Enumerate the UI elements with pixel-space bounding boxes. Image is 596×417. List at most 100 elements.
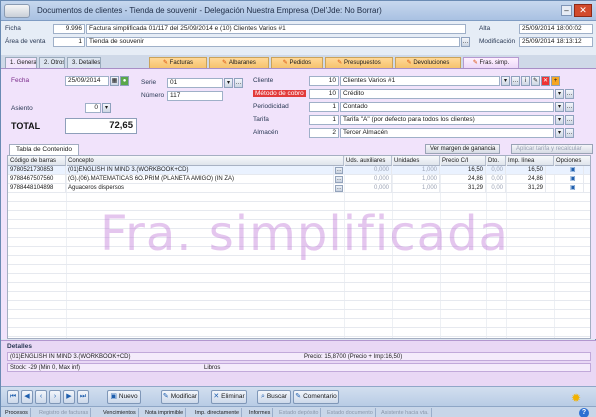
cliente-add-icon[interactable]: + xyxy=(551,76,560,86)
modify-button[interactable]: ✎ Modificar xyxy=(161,390,199,404)
row-units[interactable]: 1,000 xyxy=(392,175,440,184)
row-aux-units[interactable]: 0,000 xyxy=(344,184,392,193)
tarifa-lookup-button[interactable]: … xyxy=(565,115,574,125)
metodo-lookup-button[interactable]: … xyxy=(565,89,574,99)
row-aux-units[interactable]: 0,000 xyxy=(344,166,392,175)
periodicidad-dropdown-icon[interactable]: ▾ xyxy=(555,102,564,112)
close-button[interactable]: ✕ xyxy=(574,4,592,17)
column-header[interactable]: Precio C/I xyxy=(440,156,486,166)
tarifa-dropdown-icon[interactable]: ▾ xyxy=(555,115,564,125)
next-record-icon[interactable]: › xyxy=(49,390,61,404)
status-imp-directamente[interactable]: Imp. directamente xyxy=(193,408,243,417)
status-vencimientos[interactable]: Vencimientos xyxy=(101,408,139,417)
tab-detalles[interactable]: 3. Detalles xyxy=(67,57,101,68)
comment-button[interactable]: ✎ Comentario xyxy=(293,390,339,404)
periodicidad-lookup-button[interactable]: … xyxy=(565,102,574,112)
concept-lookup-button[interactable]: … xyxy=(335,185,343,192)
almacen-lookup-button[interactable]: … xyxy=(565,128,574,138)
fecha-field[interactable]: 25/09/2014 xyxy=(65,76,109,86)
apply-tariff-button[interactable]: Aplicar tarifa y recalcular xyxy=(511,144,593,154)
row-discount[interactable]: 0,00 xyxy=(486,175,506,184)
status-informes[interactable]: Informes xyxy=(247,408,274,417)
almacen-code-field[interactable]: 2 xyxy=(309,128,339,138)
tab-pedidos[interactable]: ✎ Pedidos xyxy=(271,57,323,68)
settings-gear-icon[interactable]: ✹ xyxy=(571,391,581,405)
serie-dropdown-icon[interactable]: ▾ xyxy=(224,78,233,88)
row-amount[interactable]: 16,50 xyxy=(506,166,546,175)
column-header[interactable]: Dto. xyxy=(486,156,506,166)
status-nota-imprimible[interactable]: Nota imprimible xyxy=(143,408,187,417)
row-discount[interactable]: 0,00 xyxy=(486,184,506,193)
cliente-info-icon[interactable]: i xyxy=(521,76,530,86)
next-page-icon[interactable]: ▶ xyxy=(63,390,75,404)
row-code[interactable]: 9788448104898 xyxy=(8,184,66,193)
status-procesos[interactable]: Procesos xyxy=(3,408,31,417)
area-code-field[interactable]: 1 xyxy=(53,37,85,47)
concept-lookup-button[interactable]: … xyxy=(335,176,343,183)
tarifa-code-field[interactable]: 1 xyxy=(309,115,339,125)
last-record-icon[interactable]: ⏭ xyxy=(77,390,89,404)
row-price[interactable]: 16,50 xyxy=(440,166,486,175)
periodicidad-code-field[interactable]: 1 xyxy=(309,102,339,112)
table-row[interactable]: 9788448104898 Aguaceros dispersos … 0,00… xyxy=(8,184,590,193)
almacen-dropdown-icon[interactable]: ▾ xyxy=(555,128,564,138)
concept-lookup-button[interactable]: … xyxy=(335,167,343,174)
status-estado-documento[interactable]: Estado documento xyxy=(325,408,376,417)
row-price[interactable]: 31,29 xyxy=(440,184,486,193)
first-record-icon[interactable]: ⏮ xyxy=(7,390,19,404)
previous-record-icon[interactable]: ‹ xyxy=(35,390,47,404)
cliente-lookup-button[interactable]: … xyxy=(511,76,520,86)
column-header[interactable]: Opciones xyxy=(554,156,590,166)
column-header[interactable]: Uds. auxiliares xyxy=(344,156,392,166)
row-units[interactable]: 1,000 xyxy=(392,166,440,175)
row-options-icon[interactable]: ▣ xyxy=(568,184,584,193)
minimize-button[interactable]: – xyxy=(561,5,572,16)
new-button[interactable]: ▣ Nuevo xyxy=(107,390,141,404)
serie-field[interactable]: 01 xyxy=(167,78,223,88)
status-estado-deposito[interactable]: Estado depósito xyxy=(277,408,322,417)
tab-otros[interactable]: 2. Otros xyxy=(39,57,65,68)
row-amount[interactable]: 24,86 xyxy=(506,175,546,184)
asiento-field[interactable]: 0 xyxy=(85,103,101,113)
row-options-icon[interactable]: ▣ xyxy=(568,175,584,184)
row-concept[interactable]: Aguaceros dispersos xyxy=(66,184,334,193)
help-icon[interactable]: ? xyxy=(579,408,589,417)
row-discount[interactable]: 0,00 xyxy=(486,166,506,175)
status-registro-facturas[interactable]: Registro de facturas xyxy=(37,408,92,417)
row-amount[interactable]: 31,29 xyxy=(506,184,546,193)
column-header[interactable]: Código de barras xyxy=(8,156,66,166)
column-header[interactable]: Unidades xyxy=(392,156,440,166)
cliente-edit-icon[interactable]: ✎ xyxy=(531,76,540,86)
row-aux-units[interactable]: 0,000 xyxy=(344,175,392,184)
table-row[interactable]: 9788467507560 (G).(06).MATEMATICAS 6O.PR… xyxy=(8,175,590,184)
numero-field[interactable]: 117 xyxy=(167,91,223,101)
table-row[interactable]: 9780521730853 (01)ENGLISH IN MIND 3.(WOR… xyxy=(8,166,590,175)
tab-fras-simp[interactable]: ✎ Fras. simp. xyxy=(463,57,519,68)
margin-button[interactable]: Ver margen de ganancia xyxy=(425,144,501,154)
cliente-dropdown-icon[interactable]: ▾ xyxy=(501,76,510,86)
cliente-code-field[interactable]: 10 xyxy=(309,76,339,86)
row-options-icon[interactable]: ▣ xyxy=(568,166,584,175)
metodo-dropdown-icon[interactable]: ▾ xyxy=(555,89,564,99)
calendar-icon[interactable]: ▦ xyxy=(110,76,119,86)
row-units[interactable]: 1,000 xyxy=(392,184,440,193)
tab-devoluciones[interactable]: ✎ Devoluciones xyxy=(395,57,461,68)
tab-general[interactable]: 1. General xyxy=(5,57,37,68)
row-concept[interactable]: (01)ENGLISH IN MIND 3.(WORKBOOK+CD) xyxy=(66,166,334,175)
row-code[interactable]: 9780521730853 xyxy=(8,166,66,175)
metodo-code-field[interactable]: 10 xyxy=(309,89,339,99)
search-button[interactable]: ⌕ Buscar xyxy=(257,390,291,404)
status-asistente[interactable]: Asistente hacia vta. xyxy=(379,408,432,417)
row-price[interactable]: 24,86 xyxy=(440,175,486,184)
row-code[interactable]: 9788467507560 xyxy=(8,175,66,184)
previous-page-icon[interactable]: ◀ xyxy=(21,390,33,404)
tab-tabla-contenido[interactable]: Tabla de Contenido xyxy=(9,144,80,155)
tab-presupuestos[interactable]: ✎ Presupuestos xyxy=(325,57,393,68)
row-concept[interactable]: (G).(06).MATEMATICAS 6O.PRIM (PLANETA AM… xyxy=(66,175,334,184)
today-icon[interactable]: ● xyxy=(120,76,129,86)
column-header[interactable]: Imp. línea xyxy=(506,156,554,166)
tab-albaranes[interactable]: ✎ Albaranes xyxy=(209,57,269,68)
area-lookup-button[interactable]: … xyxy=(461,37,470,47)
column-header[interactable]: Concepto xyxy=(66,156,344,166)
asiento-lookup-button[interactable]: ▾ xyxy=(102,103,111,113)
